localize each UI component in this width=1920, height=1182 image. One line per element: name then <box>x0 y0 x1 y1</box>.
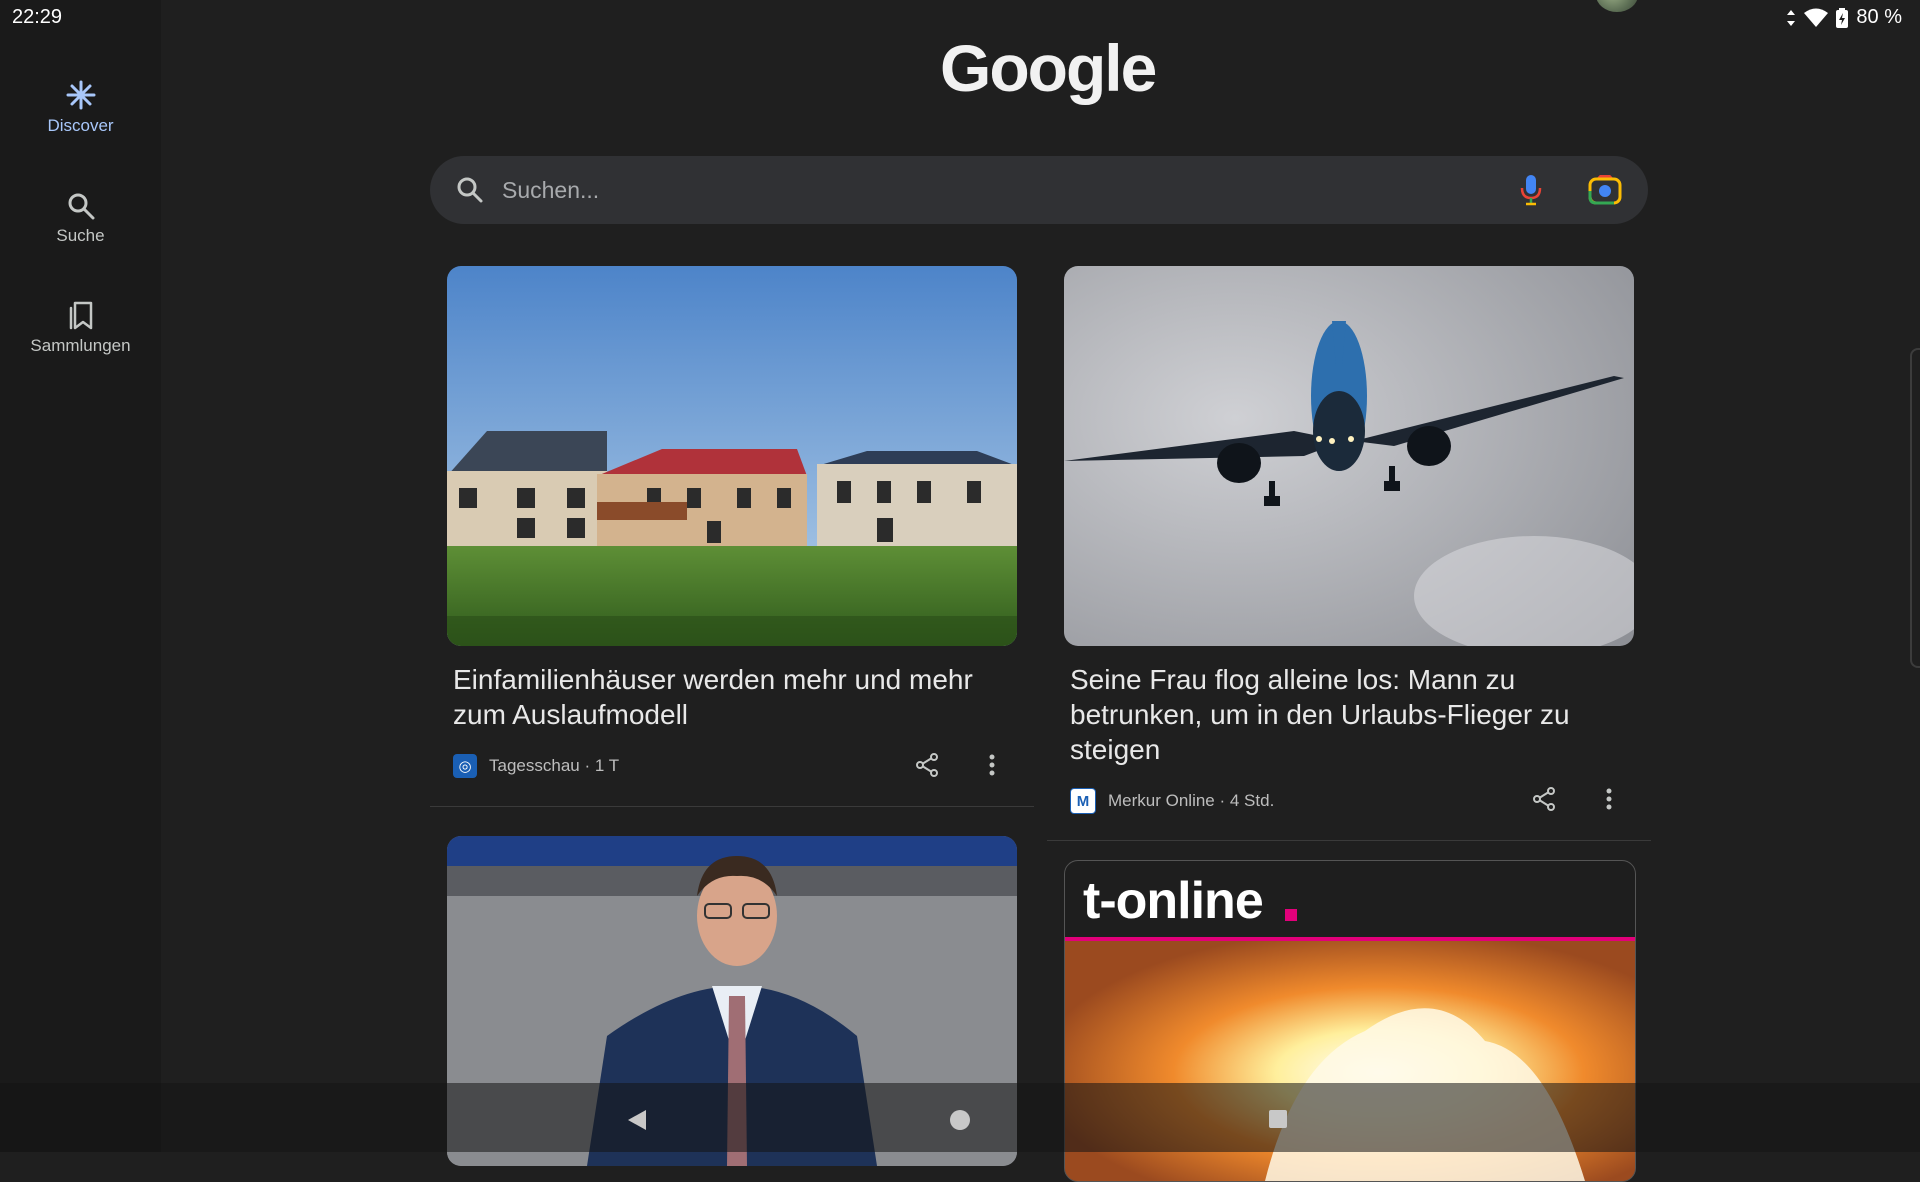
card-source: Tagesschau <box>489 756 580 775</box>
feed-card[interactable]: Einfamilienhäuser werden mehr und mehr z… <box>430 266 1034 806</box>
recents-icon[interactable] <box>1268 1109 1288 1129</box>
card-actions <box>914 752 996 778</box>
t-online-dot-icon <box>1285 909 1297 921</box>
back-icon[interactable] <box>626 1109 648 1131</box>
card-divider <box>1047 840 1651 841</box>
card-age: 1 T <box>594 756 620 775</box>
battery-level: 80 % <box>1856 6 1902 28</box>
status-time: 22:29 <box>12 6 63 28</box>
card-divider <box>430 806 1034 807</box>
t-online-logo: t-online <box>1083 872 1264 930</box>
card-source: Merkur Online <box>1108 791 1215 810</box>
account-avatar[interactable] <box>1596 0 1638 12</box>
t-online-header: t-online <box>1065 861 1635 937</box>
tagesschau-logo-icon: ◎ <box>453 754 477 778</box>
search-icon <box>457 177 483 203</box>
card-title[interactable]: Einfamilienhäuser werden mehr und mehr z… <box>453 662 1013 732</box>
share-icon[interactable] <box>914 752 940 778</box>
home-icon[interactable] <box>949 1109 971 1131</box>
meta-separator: · <box>1214 791 1230 810</box>
battery-icon <box>1836 7 1849 28</box>
nav-label-suche: Suche <box>56 226 105 245</box>
card-title[interactable]: Seine Frau flog alleine los: Mann zu bet… <box>1070 662 1630 767</box>
nav-item-sammlungen[interactable]: Sammlungen <box>0 300 161 356</box>
scroll-handle[interactable] <box>1910 348 1920 668</box>
status-icons: 80 % <box>1786 6 1902 29</box>
search-icon <box>68 193 94 220</box>
card-meta: ◎ Tagesschau · 1 T <box>453 754 619 778</box>
status-bar: 22:29 80 % <box>0 0 1920 36</box>
feed-card[interactable]: Seine Frau flog alleine los: Mann zu bet… <box>1047 266 1651 840</box>
meta-separator: · <box>579 756 595 775</box>
card-age: 4 Std. <box>1229 791 1275 810</box>
nav-label-discover: Discover <box>47 116 114 135</box>
nav-item-discover[interactable]: Discover <box>0 80 161 136</box>
wifi-icon <box>1804 8 1829 27</box>
card-actions <box>1531 786 1613 812</box>
discover-sparkle-icon <box>66 80 95 110</box>
nav-label-sammlungen: Sammlungen <box>30 336 131 355</box>
search-bar[interactable] <box>430 156 1648 224</box>
share-icon[interactable] <box>1531 786 1557 812</box>
houses-field-photo[interactable] <box>447 266 1017 646</box>
microphone-icon[interactable] <box>1520 174 1542 206</box>
system-nav-bar <box>0 1083 1920 1152</box>
airplane-photo[interactable] <box>1064 266 1634 646</box>
bookmarks-icon <box>69 301 92 330</box>
card-meta: M Merkur Online · 4 Std. <box>1070 788 1274 814</box>
data-arrows-icon <box>1787 9 1796 26</box>
more-options-icon[interactable] <box>1605 787 1613 811</box>
nav-rail: Discover Suche Sammlungen <box>0 0 161 1152</box>
google-lens-icon[interactable] <box>1588 175 1622 205</box>
search-input[interactable] <box>500 175 1520 205</box>
nav-item-suche[interactable]: Suche <box>0 192 161 246</box>
merkur-logo-icon: M <box>1070 788 1096 814</box>
google-logo: Google <box>940 31 1157 105</box>
more-options-icon[interactable] <box>988 753 996 777</box>
